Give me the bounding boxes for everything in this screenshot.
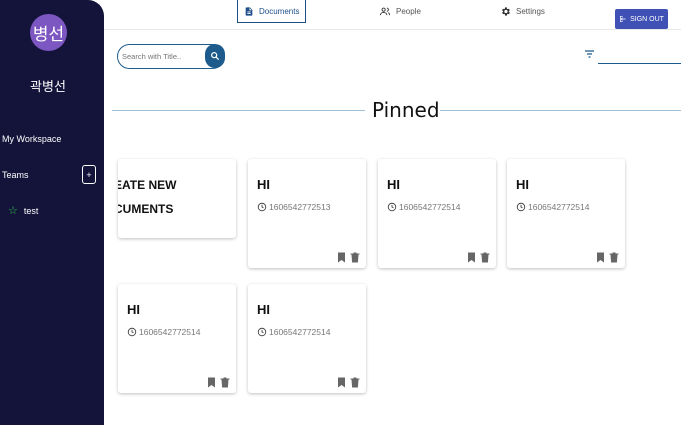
avatar[interactable]: 병선 bbox=[30, 14, 67, 51]
username: 곽병선 bbox=[30, 80, 66, 95]
document-card[interactable]: HI 1606542772514 bbox=[507, 159, 625, 268]
bookmark-icon[interactable] bbox=[467, 252, 476, 263]
tab-people[interactable]: People bbox=[379, 0, 421, 23]
search-button[interactable] bbox=[205, 44, 225, 68]
trash-icon[interactable] bbox=[350, 377, 360, 388]
timestamp-text: 1606542772514 bbox=[399, 202, 461, 212]
filter-input[interactable] bbox=[598, 63, 681, 64]
sidebar: 병선 곽병선 My Workspace Teams + ☆ test bbox=[0, 0, 104, 425]
bookmark-icon[interactable] bbox=[207, 377, 216, 388]
tab-documents[interactable]: Documents bbox=[237, 0, 307, 23]
document-card[interactable]: HI 1606542772514 bbox=[248, 284, 366, 393]
document-timestamp: 1606542772514 bbox=[387, 202, 460, 212]
sign-out-button[interactable]: SIGN OUT bbox=[615, 9, 668, 29]
tab-label: Documents bbox=[259, 6, 300, 16]
clock-icon bbox=[127, 327, 137, 337]
sidebar-item-team-test[interactable]: ☆ test bbox=[8, 204, 38, 217]
filter-icon[interactable] bbox=[584, 46, 595, 64]
trash-icon[interactable] bbox=[220, 377, 230, 388]
add-team-button[interactable]: + bbox=[82, 165, 96, 184]
timestamp-text: 1606542772514 bbox=[139, 327, 201, 337]
timestamp-text: 1606542772514 bbox=[269, 327, 331, 337]
gear-icon bbox=[502, 7, 510, 16]
tab-label: Settings bbox=[516, 7, 545, 16]
search-input[interactable] bbox=[122, 48, 208, 65]
document-icon bbox=[245, 6, 253, 16]
clock-icon bbox=[387, 202, 397, 212]
document-title: HI bbox=[257, 302, 270, 317]
bookmark-icon[interactable] bbox=[337, 377, 346, 388]
clock-icon bbox=[257, 327, 267, 337]
trash-icon[interactable] bbox=[609, 252, 619, 263]
star-icon: ☆ bbox=[8, 205, 18, 217]
sidebar-item-my-workspace[interactable]: My Workspace bbox=[2, 134, 61, 144]
trash-icon[interactable] bbox=[480, 252, 490, 263]
search-bar bbox=[117, 44, 225, 69]
document-card[interactable]: HI 1606542772514 bbox=[118, 284, 236, 393]
clock-icon bbox=[516, 202, 526, 212]
exit-icon bbox=[620, 16, 626, 22]
clock-icon bbox=[257, 202, 267, 212]
document-title: HI bbox=[516, 177, 529, 192]
document-timestamp: 1606542772513 bbox=[257, 202, 330, 212]
section-title-pinned: Pinned bbox=[372, 98, 440, 122]
document-card[interactable]: HI 1606542772514 bbox=[378, 159, 496, 268]
document-title: HI bbox=[127, 302, 140, 317]
tab-label: People bbox=[396, 7, 421, 16]
top-navigation: Documents People Settings bbox=[104, 0, 681, 30]
document-title: HI bbox=[257, 177, 270, 192]
divider bbox=[112, 110, 365, 111]
people-icon bbox=[379, 7, 391, 16]
team-name: test bbox=[23, 205, 39, 216]
create-card-line2: CUMENTS bbox=[118, 202, 174, 216]
timestamp-text: 1606542772514 bbox=[528, 202, 590, 212]
document-timestamp: 1606542772514 bbox=[127, 327, 200, 337]
teams-heading: Teams bbox=[2, 170, 29, 180]
document-timestamp: 1606542772514 bbox=[257, 327, 330, 337]
document-card[interactable]: HI 1606542772513 bbox=[248, 159, 366, 268]
create-document-card[interactable]: EATE NEW CUMENTS bbox=[118, 159, 236, 238]
trash-icon[interactable] bbox=[350, 252, 360, 263]
document-title: HI bbox=[387, 177, 400, 192]
bookmark-icon[interactable] bbox=[596, 252, 605, 263]
create-card-line1: EATE NEW bbox=[118, 178, 177, 192]
divider bbox=[440, 110, 681, 111]
sign-out-label: SIGN OUT bbox=[630, 15, 664, 23]
tab-settings[interactable]: Settings bbox=[500, 0, 545, 23]
timestamp-text: 1606542772513 bbox=[269, 202, 331, 212]
document-timestamp: 1606542772514 bbox=[516, 202, 589, 212]
bookmark-icon[interactable] bbox=[337, 252, 346, 263]
search-icon bbox=[211, 52, 219, 60]
